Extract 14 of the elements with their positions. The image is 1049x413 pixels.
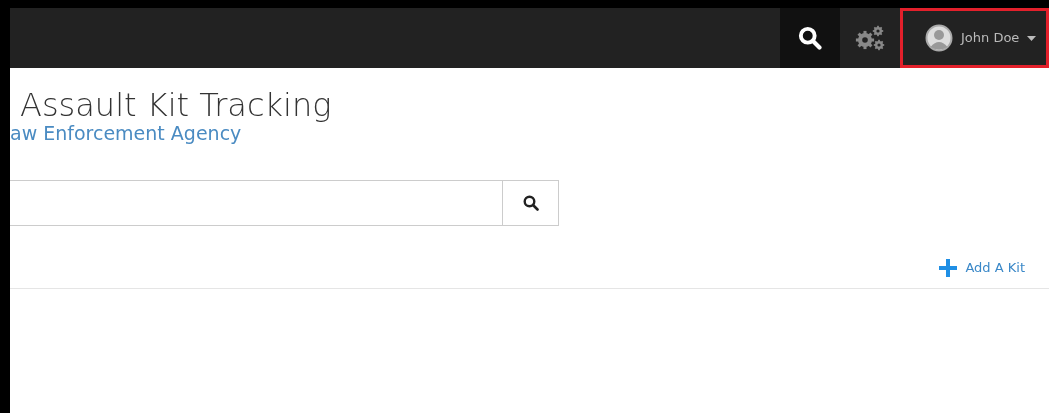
add-kit-link[interactable]: Add A Kit [939, 258, 1025, 278]
caret-icon [1027, 35, 1037, 41]
user-name: John Doe [961, 29, 1020, 48]
user-menu[interactable]: John Doe [900, 8, 1049, 68]
search-field[interactable] [10, 180, 503, 227]
search-icon [522, 195, 539, 212]
page-title: Assault Kit Tracking [20, 88, 333, 124]
plus-icon [939, 258, 958, 277]
agency-subtitle: aw Enforcement Agency [10, 123, 243, 145]
search-button[interactable] [780, 8, 840, 68]
search-button[interactable] [503, 180, 559, 227]
search-icon [798, 26, 822, 50]
gears-icon [854, 24, 886, 52]
user-avatar-icon [925, 24, 953, 52]
